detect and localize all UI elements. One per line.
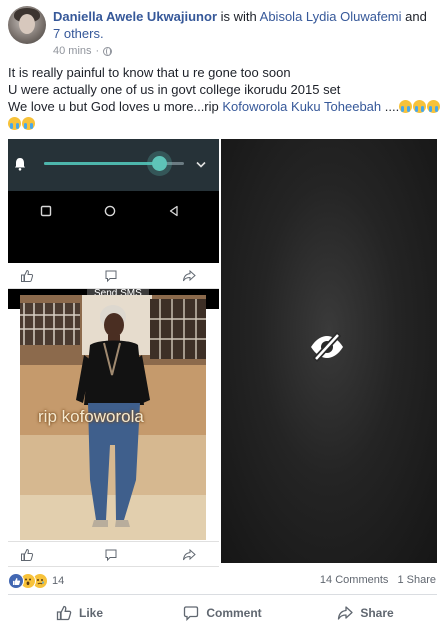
post-text-line: It is really painful to know that u re g…: [8, 65, 291, 80]
chevron-down-icon[interactable]: [196, 161, 206, 169]
share-button[interactable]: Share: [294, 598, 437, 628]
globe-icon[interactable]: [103, 46, 113, 56]
bell-icon: [15, 158, 25, 171]
comment-button[interactable]: Comment: [151, 598, 294, 628]
reaction-summary[interactable]: 14: [8, 572, 64, 590]
comment-icon: [184, 606, 199, 621]
embedded-action-bar: [8, 263, 219, 289]
post-text-line: [8, 115, 438, 132]
crying-face-icon: [22, 117, 35, 130]
tagged-name-link[interactable]: Kofoworola Kuku Toheebah: [222, 99, 381, 114]
post-photo-right[interactable]: [221, 139, 437, 563]
like-button[interactable]: Like: [8, 598, 151, 628]
android-nav-bar: Send SMS: [8, 191, 219, 309]
author-name-link[interactable]: Daniella Awele Ukwajiunor: [53, 9, 217, 24]
eye-slash-icon[interactable]: [309, 332, 345, 362]
comment-icon: [105, 549, 117, 562]
reaction-count[interactable]: 14: [52, 575, 64, 587]
memorial-photo: rip kofoworola: [20, 295, 206, 540]
square-icon[interactable]: [40, 205, 52, 217]
post-timestamp[interactable]: 40 mins: [53, 45, 92, 57]
post-header: Daniella Awele Ukwajiunor is with Abisol…: [8, 6, 438, 58]
post-text-line: U were actually one of us in govt colleg…: [8, 82, 341, 97]
comments-count-link[interactable]: 14 Comments: [320, 574, 388, 586]
embedded-action-bar: [8, 541, 219, 567]
author-avatar[interactable]: [8, 6, 46, 44]
divider: [8, 594, 437, 595]
post-meta: 40 mins ·: [53, 45, 113, 57]
comment-icon: [105, 270, 117, 283]
post-text: It is really painful to know that u re g…: [8, 64, 441, 132]
and-text: and: [405, 9, 427, 24]
like-reaction-icon: [8, 573, 24, 589]
share-icon: [338, 606, 353, 620]
post-stats: 14 Comments 1 Share: [314, 574, 436, 586]
crying-face-icon: [427, 100, 441, 113]
share-icon: [183, 269, 196, 282]
photo-caption-overlay: rip kofoworola: [38, 407, 144, 426]
share-button-label: Share: [360, 606, 394, 620]
circle-icon[interactable]: [104, 205, 116, 217]
with-text: is with: [220, 9, 257, 24]
others-link[interactable]: 7 others.: [53, 26, 104, 41]
thumbs-up-icon: [21, 269, 34, 282]
post-headline: Daniella Awele Ukwajiunor is with Abisol…: [53, 8, 433, 42]
back-triangle-icon[interactable]: [168, 205, 180, 217]
crying-face-icon: [413, 100, 427, 113]
volume-slider-fill: [44, 162, 159, 165]
post-photo-left[interactable]: Send SMS rip kofoworola: [8, 139, 219, 567]
volume-slider[interactable]: [44, 156, 184, 171]
tagged-person-link[interactable]: Abisola Lydia Oluwafemi: [260, 9, 402, 24]
crying-face-icon: [399, 100, 413, 113]
thumbs-up-icon: [56, 605, 72, 621]
post-text-line: We love u but God loves u more...rip Kof…: [8, 98, 441, 115]
post-text-prefix: We love u but God loves u more...rip: [8, 99, 219, 114]
thumbs-up-icon: [21, 548, 34, 561]
share-icon: [183, 548, 196, 561]
post-text-suffix: ....: [384, 99, 400, 114]
post-action-bar: Like Comment Share: [8, 598, 437, 628]
shares-count-link[interactable]: 1 Share: [397, 574, 436, 586]
like-button-label: Like: [78, 606, 103, 620]
volume-slider-knob[interactable]: [152, 156, 167, 171]
comment-button-label: Comment: [206, 606, 262, 620]
crying-face-icon: [8, 117, 21, 130]
notification-shade: [8, 139, 219, 191]
